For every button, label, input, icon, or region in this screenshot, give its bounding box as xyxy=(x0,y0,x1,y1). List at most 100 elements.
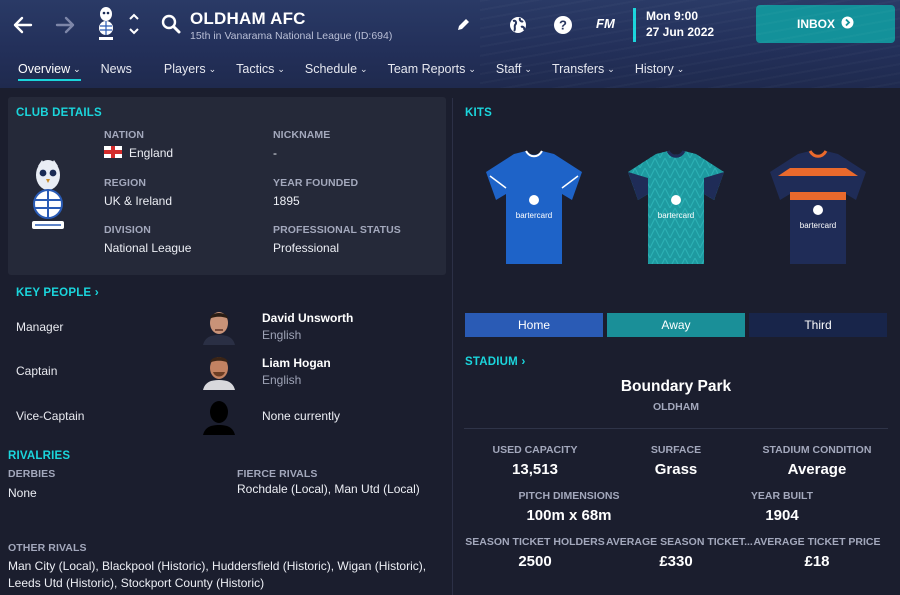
season-ticket-holders-value: 2500 xyxy=(518,553,552,570)
captain-role: Captain xyxy=(16,364,58,378)
year-built-label: YEAR BUILT xyxy=(750,490,814,502)
club-crest-small-icon[interactable] xyxy=(97,6,115,42)
main-tabs: Overview ⌄ News Players ⌄ Tactics ⌄ Schedul… xyxy=(0,56,692,84)
chevron-down-icon: ⌄ xyxy=(468,64,476,74)
nickname-value: - xyxy=(273,146,277,160)
surface-label: SURFACE xyxy=(650,444,702,456)
column-divider xyxy=(452,98,453,595)
tab-news[interactable]: News xyxy=(93,56,140,84)
region-value: UK & Ireland xyxy=(104,194,173,208)
other-rivals-line2[interactable]: Leeds Utd (Historic), Stockport County (… xyxy=(8,576,264,590)
division-value[interactable]: National League xyxy=(104,241,191,255)
stadium-divider xyxy=(464,428,888,429)
chevron-down-icon[interactable] xyxy=(128,27,140,37)
surface-value: Grass xyxy=(654,461,698,478)
pitch-dimensions-label: PITCH DIMENSIONS xyxy=(518,490,620,502)
average-ticket-price-label: AVERAGE TICKET PRICE xyxy=(753,536,881,548)
inbox-label: INBOX xyxy=(796,17,835,31)
vice-captain-silhouette-icon xyxy=(201,397,237,435)
globe-icon[interactable] xyxy=(507,14,529,36)
svg-text:bartercard: bartercard xyxy=(516,211,552,220)
search-icon[interactable] xyxy=(160,13,182,35)
used-capacity-label: USED CAPACITY xyxy=(492,444,578,456)
game-date[interactable]: 27 Jun 2022 xyxy=(646,25,714,39)
year-founded-value: 1895 xyxy=(273,194,300,208)
manager-nationality: English xyxy=(262,328,302,342)
chevron-down-icon: ⌄ xyxy=(524,64,532,74)
tab-team-reports[interactable]: Team Reports ⌄ xyxy=(380,56,484,84)
svg-text:?: ? xyxy=(559,18,567,33)
inbox-button[interactable]: INBOX xyxy=(756,5,895,43)
kit-third-button[interactable]: Third xyxy=(749,313,887,337)
away-kit-shirt[interactable]: bartercard xyxy=(620,148,732,268)
nation-value[interactable]: England xyxy=(104,146,173,160)
captain-name[interactable]: Liam Hogan xyxy=(262,356,331,370)
forward-arrow-icon[interactable] xyxy=(52,12,78,38)
professional-status-label: PROFESSIONAL STATUS xyxy=(273,224,401,236)
chevron-right-icon: › xyxy=(521,354,526,368)
stadium-city: OLDHAM xyxy=(652,401,700,413)
chevron-down-icon: ⌄ xyxy=(208,64,217,74)
header-bar: OLDHAM AFC 15th in Vanarama National Lea… xyxy=(0,0,900,88)
arrow-right-circle-icon xyxy=(841,16,854,32)
tab-schedule[interactable]: Schedule ⌄ xyxy=(297,56,376,84)
home-kit-shirt[interactable]: bartercard xyxy=(478,148,590,268)
professional-status-value: Professional xyxy=(273,241,340,255)
tab-players[interactable]: Players ⌄ xyxy=(156,56,224,84)
tab-transfers[interactable]: Transfers ⌄ xyxy=(544,56,623,84)
back-arrow-icon[interactable] xyxy=(10,12,36,38)
other-rivals-line1[interactable]: Man City (Local), Blackpool (Historic), … xyxy=(8,559,426,573)
stadium-heading[interactable]: STADIUM › xyxy=(465,354,526,368)
chevron-down-icon: ⌄ xyxy=(676,64,685,74)
manager-avatar[interactable] xyxy=(201,307,237,345)
pitch-dimensions-value: 100m x 68m xyxy=(526,507,612,524)
division-label: DIVISION xyxy=(104,224,151,236)
nickname-label: NICKNAME xyxy=(273,129,331,141)
third-kit-shirt[interactable]: bartercard xyxy=(762,148,874,268)
game-time[interactable]: Mon 9:00 xyxy=(646,9,698,23)
tab-history[interactable]: History ⌄ xyxy=(627,56,692,84)
tab-overview[interactable]: Overview ⌄ xyxy=(10,56,89,84)
rivalries-heading: RIVALRIES xyxy=(8,450,71,462)
tab-tactics[interactable]: Tactics ⌄ xyxy=(228,56,293,84)
tab-staff[interactable]: Staff ⌄ xyxy=(488,56,540,84)
captain-avatar[interactable] xyxy=(201,352,237,390)
average-season-ticket-value: £330 xyxy=(659,553,693,570)
vice-captain-role: Vice-Captain xyxy=(16,409,85,423)
chevron-up-icon[interactable] xyxy=(128,13,140,23)
manager-role: Manager xyxy=(16,320,64,334)
derbies-label: DERBIES xyxy=(8,468,56,480)
other-rivals-label: OTHER RIVALS xyxy=(8,542,87,554)
chevron-down-icon: ⌄ xyxy=(607,64,615,74)
used-capacity-value: 13,513 xyxy=(512,461,558,478)
derbies-value: None xyxy=(8,486,37,500)
key-people-heading[interactable]: KEY PEOPLE › xyxy=(16,285,99,299)
season-ticket-holders-label: SEASON TICKET HOLDERS xyxy=(465,536,605,548)
stadium-condition-label: STADIUM CONDITION xyxy=(762,444,872,456)
stadium-name[interactable]: Boundary Park xyxy=(464,378,888,396)
england-flag-icon xyxy=(104,146,122,158)
kit-home-button[interactable]: Home xyxy=(465,313,603,337)
fm-logo-button[interactable]: FM xyxy=(596,16,615,31)
club-crest-icon xyxy=(26,158,70,234)
nation-label: NATION xyxy=(104,129,145,141)
kit-away-button[interactable]: Away xyxy=(607,313,745,337)
fierce-rivals-value[interactable]: Rochdale (Local), Man Utd (Local) xyxy=(237,482,420,496)
page-title: OLDHAM AFC xyxy=(190,9,306,28)
svg-text:bartercard: bartercard xyxy=(658,211,694,220)
kits-heading: KITS xyxy=(465,107,492,119)
vice-captain-name: None currently xyxy=(262,409,341,423)
year-founded-label: YEAR FOUNDED xyxy=(273,177,359,189)
chevron-down-icon: ⌄ xyxy=(360,64,368,74)
year-built-value: 1904 xyxy=(765,507,799,524)
stadium-condition-value: Average xyxy=(787,461,847,478)
club-league-subtitle: 15th in Vanarama National League (ID:694… xyxy=(190,30,393,42)
chevron-down-icon: ⌄ xyxy=(73,64,81,74)
fierce-rivals-label: FIERCE RIVALS xyxy=(237,468,318,480)
captain-nationality: English xyxy=(262,373,302,387)
region-label: REGION xyxy=(104,177,147,189)
manager-name[interactable]: David Unsworth xyxy=(262,311,353,325)
average-season-ticket-label: AVERAGE SEASON TICKET... xyxy=(606,536,753,548)
help-icon[interactable]: ? xyxy=(552,14,574,36)
edit-pencil-icon[interactable] xyxy=(452,14,474,36)
